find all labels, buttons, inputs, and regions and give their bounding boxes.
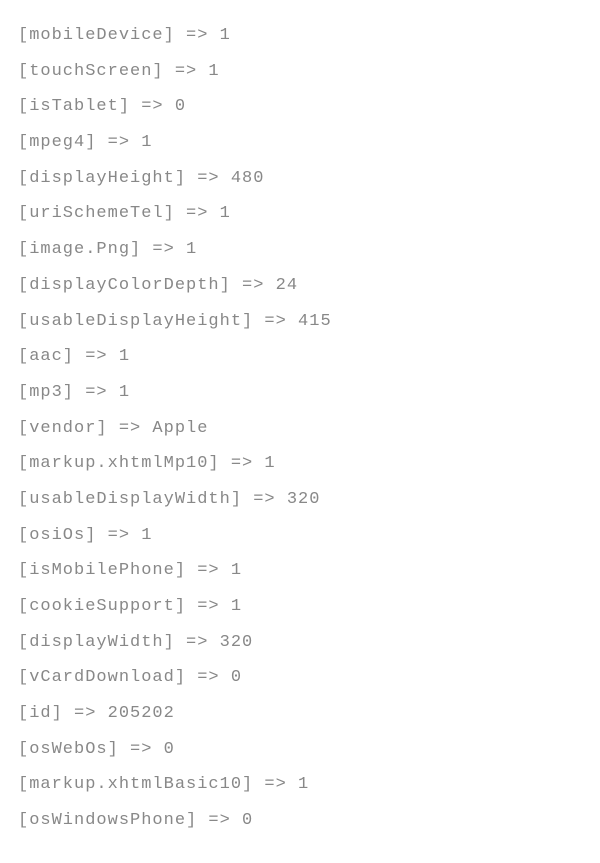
property-line: [osWindowsPhone] => 0 xyxy=(18,803,582,839)
property-line: [mp3] => 1 xyxy=(18,375,582,411)
property-line: [touchScreen] => 1 xyxy=(18,54,582,90)
property-line: [vendor] => Apple xyxy=(18,411,582,447)
property-line: [isTablet] => 0 xyxy=(18,89,582,125)
property-line: [usableDisplayWidth] => 320 xyxy=(18,482,582,518)
property-line: [mpeg4] => 1 xyxy=(18,125,582,161)
property-line: [id] => 205202 xyxy=(18,696,582,732)
property-line: [displayHeight] => 480 xyxy=(18,161,582,197)
property-line: [image.Png] => 1 xyxy=(18,232,582,268)
property-line: [displayColorDepth] => 24 xyxy=(18,268,582,304)
property-line: [uriSchemeTel] => 1 xyxy=(18,196,582,232)
property-line: [osWebOs] => 0 xyxy=(18,732,582,768)
property-line: [osiOs] => 1 xyxy=(18,518,582,554)
property-line: [usableDisplayHeight] => 415 xyxy=(18,304,582,340)
property-line: [cookieSupport] => 1 xyxy=(18,589,582,625)
property-line: [isMobilePhone] => 1 xyxy=(18,553,582,589)
property-line: [displayWidth] => 320 xyxy=(18,625,582,661)
property-line: [aac] => 1 xyxy=(18,339,582,375)
property-line: [markup.xhtmlMp10] => 1 xyxy=(18,446,582,482)
property-line: [markup.xhtmlBasic10] => 1 xyxy=(18,767,582,803)
property-line: [vCardDownload] => 0 xyxy=(18,660,582,696)
code-dump: [mobileDevice] => 1 [touchScreen] => 1 [… xyxy=(18,18,582,839)
property-line: [mobileDevice] => 1 xyxy=(18,18,582,54)
